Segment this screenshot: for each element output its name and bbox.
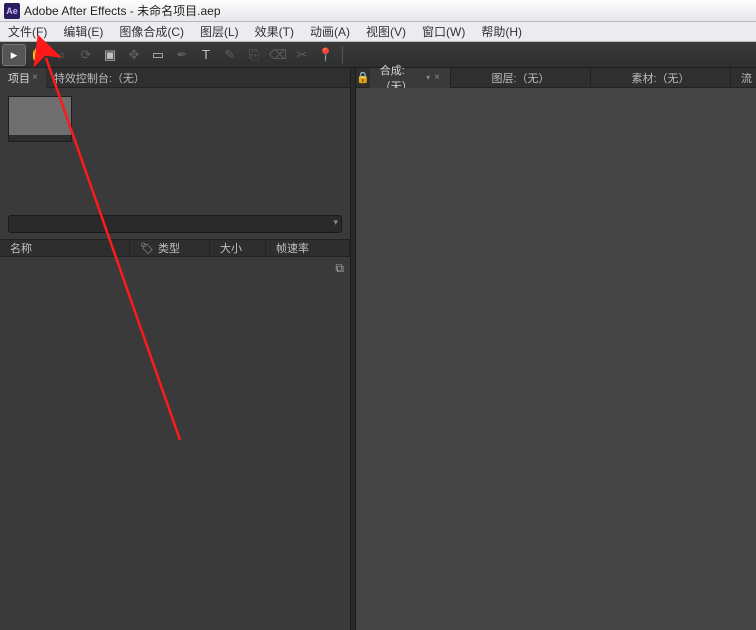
toolbar: ▸ ✋ ⌕ ⟳ ▣ ✥ ▭ ✒ T ✎ ⎘ ⌫ ✂ 📍 — [0, 42, 756, 68]
menu-anim[interactable]: 动画(A) — [302, 23, 358, 40]
tool-roto[interactable]: ✂ — [291, 45, 313, 65]
workspace: 项目 × 特效控制台:（无） ⌕ ▾ 名称 🏷 类型 大小 帧速率 — [0, 68, 756, 630]
project-thumbnail[interactable] — [8, 96, 72, 142]
composition-panel: 🔒 合成:（无） ▾ × 图层:（无） 素材:（无） 流 — [356, 68, 756, 630]
menubar: 文件(F) 编辑(E) 图像合成(C) 图层(L) 效果(T) 动画(A) 视图… — [0, 22, 756, 42]
tab-flowchart[interactable]: 流 — [731, 68, 756, 88]
composition-viewer[interactable] — [356, 88, 756, 630]
col-size[interactable]: 大小 — [210, 240, 266, 256]
chevron-down-icon[interactable]: ▾ — [426, 73, 430, 82]
project-search-row: ⌕ ▾ — [0, 210, 350, 239]
project-search-wrap: ⌕ ▾ — [8, 214, 342, 233]
tool-brush[interactable]: ✎ — [219, 45, 241, 65]
menu-effect[interactable]: 效果(T) — [247, 23, 302, 40]
tab-effect-controls[interactable]: 特效控制台:（无） — [46, 68, 153, 88]
tab-footage-label: 素材:（无） — [631, 70, 689, 86]
tab-flowchart-label: 流 — [741, 70, 752, 86]
menu-comp[interactable]: 图像合成(C) — [111, 23, 192, 40]
puppet-icon: 📍 — [318, 47, 334, 63]
tab-composition[interactable]: 合成:（无） ▾ × — [370, 68, 451, 88]
project-panel-tabs: 项目 × 特效控制台:（无） — [0, 68, 350, 88]
brush-icon: ✎ — [225, 47, 236, 63]
tool-rotate[interactable]: ⟳ — [75, 45, 97, 65]
project-column-headers: 名称 🏷 类型 大小 帧速率 — [0, 239, 350, 257]
text-icon: T — [202, 47, 210, 62]
clone-icon: ⎘ — [249, 47, 259, 63]
tool-pan-behind[interactable]: ✥ — [123, 45, 145, 65]
camera-icon: ▣ — [104, 47, 116, 63]
tool-shape[interactable]: ▭ — [147, 45, 169, 65]
composition-panel-tabs: 🔒 合成:（无） ▾ × 图层:（无） 素材:（无） 流 — [356, 68, 756, 88]
menu-file[interactable]: 文件(F) — [0, 23, 55, 40]
eraser-icon: ⌫ — [269, 47, 287, 63]
selection-icon: ▸ — [11, 47, 18, 63]
menu-view[interactable]: 视图(V) — [358, 23, 414, 40]
col-framerate[interactable]: 帧速率 — [266, 240, 350, 256]
tool-camera[interactable]: ▣ — [99, 45, 121, 65]
tool-selection[interactable]: ▸ — [3, 45, 25, 65]
flowchart-icon[interactable]: ⧉ — [335, 261, 344, 276]
tab-layer[interactable]: 图层:（无） — [451, 68, 591, 88]
titlebar: Ae Adobe After Effects - 未命名项目.aep — [0, 0, 756, 22]
tab-effect-controls-label: 特效控制台:（无） — [54, 70, 145, 86]
project-info-spacer — [0, 150, 350, 210]
menu-layer[interactable]: 图层(L) — [192, 23, 247, 40]
tool-clone[interactable]: ⎘ — [243, 45, 265, 65]
col-name[interactable]: 名称 — [0, 240, 130, 256]
tool-text[interactable]: T — [195, 45, 217, 65]
tab-project[interactable]: 项目 × — [0, 68, 46, 88]
shape-icon: ▭ — [152, 47, 164, 63]
tool-hand[interactable]: ✋ — [27, 45, 49, 65]
tag-icon: 🏷 — [140, 242, 154, 255]
tab-layer-label: 图层:（无） — [491, 70, 549, 86]
roto-icon: ✂ — [297, 47, 308, 63]
tab-footage[interactable]: 素材:（无） — [591, 68, 731, 88]
project-panel: 项目 × 特效控制台:（无） ⌕ ▾ 名称 🏷 类型 大小 帧速率 — [0, 68, 350, 630]
menu-window[interactable]: 窗口(W) — [414, 23, 473, 40]
tool-pen[interactable]: ✒ — [171, 45, 193, 65]
col-size-label: 大小 — [220, 240, 242, 256]
close-icon[interactable]: × — [32, 72, 38, 83]
lock-icon[interactable]: 🔒 — [356, 71, 370, 84]
project-tree[interactable]: ⧉ — [0, 257, 350, 630]
pan-behind-icon: ✥ — [129, 47, 140, 63]
menu-edit[interactable]: 编辑(E) — [55, 23, 111, 40]
tab-project-label: 项目 — [8, 70, 30, 86]
tool-puppet[interactable]: 📍 — [315, 45, 337, 65]
project-search-input[interactable] — [8, 215, 342, 233]
zoom-icon: ⌕ — [58, 47, 65, 63]
pen-icon: ✒ — [177, 47, 188, 63]
menu-help[interactable]: 帮助(H) — [473, 23, 530, 40]
toolbar-separator — [342, 46, 343, 64]
close-icon[interactable]: × — [434, 72, 440, 83]
chevron-down-icon[interactable]: ▾ — [333, 217, 338, 228]
col-type[interactable]: 🏷 类型 — [130, 240, 210, 256]
tool-eraser[interactable]: ⌫ — [267, 45, 289, 65]
col-name-label: 名称 — [10, 240, 32, 256]
hand-icon: ✋ — [30, 47, 46, 63]
rotate-icon: ⟳ — [81, 47, 92, 63]
app-icon: Ae — [4, 3, 20, 19]
col-framerate-label: 帧速率 — [276, 240, 309, 256]
window-title: Adobe After Effects - 未命名项目.aep — [24, 2, 221, 19]
col-type-label: 类型 — [158, 240, 180, 256]
project-header — [0, 88, 350, 150]
tool-zoom[interactable]: ⌕ — [51, 45, 73, 65]
